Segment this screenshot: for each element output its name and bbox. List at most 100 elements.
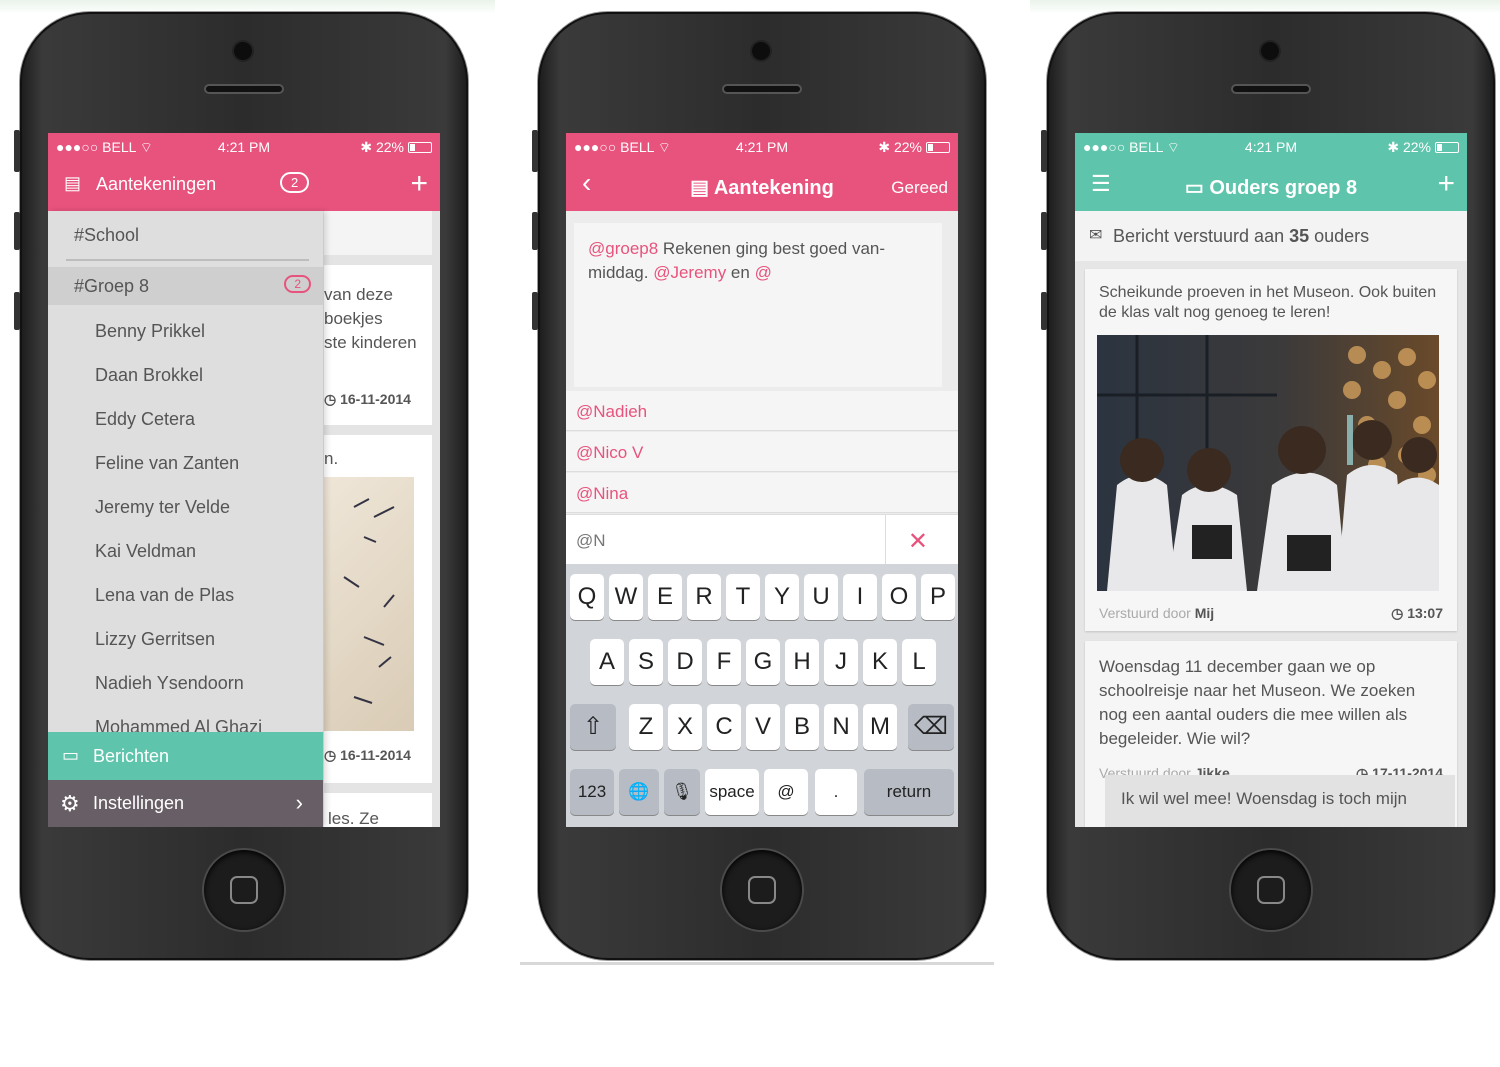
battery-text: ✱ 22% [360, 139, 404, 155]
home-button[interactable] [204, 850, 284, 930]
key-l[interactable]: L [902, 639, 936, 685]
list-item[interactable] [324, 211, 432, 255]
mention-tag: @Jeremy [653, 263, 727, 282]
key-z[interactable]: Z [629, 704, 663, 750]
key-w[interactable]: W [609, 574, 643, 620]
key-j[interactable]: J [824, 639, 858, 685]
key-u[interactable]: U [804, 574, 838, 620]
mute-switch [14, 130, 20, 172]
student-item[interactable]: Lena van de Plas [95, 585, 234, 606]
volume-down [1041, 292, 1047, 330]
student-item[interactable]: Eddy Cetera [95, 409, 195, 430]
drawer-item-school[interactable]: #School [74, 225, 139, 246]
reply-bubble[interactable]: Ik wil wel mee! Woensdag is toch mijn [1105, 775, 1455, 827]
student-item[interactable]: Nadieh Ysendoorn [95, 673, 244, 694]
header-bar: ●●●○○ BELL ⌔ 4:21 PM ✱ 22% ☰ ▭ Ouders gr… [1075, 133, 1467, 211]
student-item[interactable]: Feline van Zanten [95, 453, 239, 474]
backspace-key[interactable]: ⌫ [908, 704, 954, 750]
key-b[interactable]: B [785, 704, 819, 750]
list-item[interactable]: les. Ze [324, 793, 432, 827]
microphone-icon[interactable]: 🎙 [664, 769, 700, 815]
student-item[interactable]: Benny Prikkel [95, 321, 205, 342]
key-n[interactable]: N [824, 704, 858, 750]
message-photo[interactable] [1097, 335, 1439, 591]
front-camera [752, 42, 770, 60]
page-title: Aantekeningen [96, 174, 217, 194]
done-button[interactable]: Gereed [891, 178, 948, 198]
screen-parents-group: ●●●○○ BELL ⌔ 4:21 PM ✱ 22% ☰ ▭ Ouders gr… [1075, 133, 1467, 827]
home-button[interactable] [1231, 850, 1311, 930]
key-a[interactable]: A [590, 639, 624, 685]
sent-suffix: ouders [1309, 226, 1370, 246]
close-icon[interactable]: ✕ [908, 527, 928, 556]
messages-button[interactable]: ▭ Berichten [48, 732, 323, 780]
mention-search-field[interactable]: @N ✕ [566, 514, 958, 565]
reply-text: Ik wil wel mee! Woensdag is toch mijn [1121, 789, 1407, 808]
note-photo [324, 477, 414, 731]
header-bar: ●●●○○ BELL ⌔ 4:21 PM ✱ 22% ‹ ▤ Aantekeni… [566, 133, 958, 211]
home-square-icon [748, 876, 776, 904]
earpiece-speaker [722, 84, 802, 94]
key-g[interactable]: G [746, 639, 780, 685]
key-i[interactable]: I [843, 574, 877, 620]
period-key[interactable]: . [815, 769, 857, 815]
key-c[interactable]: C [707, 704, 741, 750]
add-message-button[interactable]: + [1437, 167, 1455, 201]
key-p[interactable]: P [921, 574, 955, 620]
home-button[interactable] [722, 850, 802, 930]
message-text: Scheikunde proeven in het Museon. Ook bu… [1099, 284, 1437, 321]
note-icon: ▤ [690, 177, 714, 199]
space-key[interactable]: space [705, 769, 759, 815]
note-line: boekjes [324, 309, 383, 328]
battery-icon [1435, 142, 1459, 153]
student-item[interactable]: Lizzy Gerritsen [95, 629, 215, 650]
note-date: ◷ 16-11-2014 [324, 747, 411, 763]
numbers-key[interactable]: 123 [570, 769, 614, 815]
add-note-button[interactable]: + [410, 167, 428, 201]
settings-button[interactable]: ⚙ Instellingen › [48, 780, 323, 827]
key-x[interactable]: X [668, 704, 702, 750]
message-card[interactable]: Scheikunde proeven in het Museon. Ook bu… [1085, 269, 1457, 631]
sent-summary: ✉ Bericht verstuurd aan 35 ouders [1075, 211, 1467, 261]
mention-suggestion[interactable]: @Nico V [566, 432, 958, 472]
student-item[interactable]: Daan Brokkel [95, 365, 203, 386]
key-q[interactable]: Q [570, 574, 604, 620]
shift-key[interactable]: ⇧ [570, 704, 616, 750]
key-k[interactable]: K [863, 639, 897, 685]
key-t[interactable]: T [726, 574, 760, 620]
globe-icon[interactable]: 🌐 [619, 769, 659, 815]
key-e[interactable]: E [648, 574, 682, 620]
key-h[interactable]: H [785, 639, 819, 685]
key-f[interactable]: F [707, 639, 741, 685]
drawer-item-groep-8[interactable]: #Groep 8 2 [48, 267, 323, 305]
front-camera [234, 42, 252, 60]
phone-frame-1: ●●●○○ BELL ⌔ 4:21 PM ✱ 22% ▤ Aantekening… [14, 12, 468, 960]
note-line: les. Ze [328, 809, 380, 827]
chat-bubble-icon: ▭ [1184, 177, 1210, 199]
return-key[interactable]: return [864, 769, 954, 815]
list-item[interactable]: n. ◷ 16-11-2014 [324, 435, 432, 783]
key-v[interactable]: V [746, 704, 780, 750]
student-item[interactable]: Kai Veldman [95, 541, 196, 562]
key-m[interactable]: M [863, 704, 897, 750]
key-d[interactable]: D [668, 639, 702, 685]
key-s[interactable]: S [629, 639, 663, 685]
sent-prefix: Bericht verstuurd aan [1113, 226, 1290, 246]
battery-text: ✱ 22% [1387, 139, 1431, 155]
at-key[interactable]: @ [764, 769, 808, 815]
sent-by-label: Verstuurd door [1099, 605, 1191, 621]
key-y[interactable]: Y [765, 574, 799, 620]
battery-icon [926, 142, 950, 153]
page-title-text: Aantekening [713, 177, 834, 199]
note-text: Rekenen ging best goed van- [658, 239, 886, 258]
sent-count: 35 [1289, 226, 1310, 246]
battery-indicator: ✱ 22% [878, 139, 950, 156]
student-item[interactable]: Jeremy ter Velde [95, 497, 230, 518]
note-textarea[interactable]: @groep8 Rekenen ging best goed van- midd… [574, 223, 942, 387]
mention-suggestion[interactable]: @Nadieh [566, 391, 958, 431]
mention-suggestion[interactable]: @Nina [566, 473, 958, 513]
key-r[interactable]: R [687, 574, 721, 620]
list-item[interactable]: van deze boekjes ste kinderen ◷ 16-11-20… [324, 265, 432, 425]
key-o[interactable]: O [882, 574, 916, 620]
home-square-icon [1257, 876, 1285, 904]
